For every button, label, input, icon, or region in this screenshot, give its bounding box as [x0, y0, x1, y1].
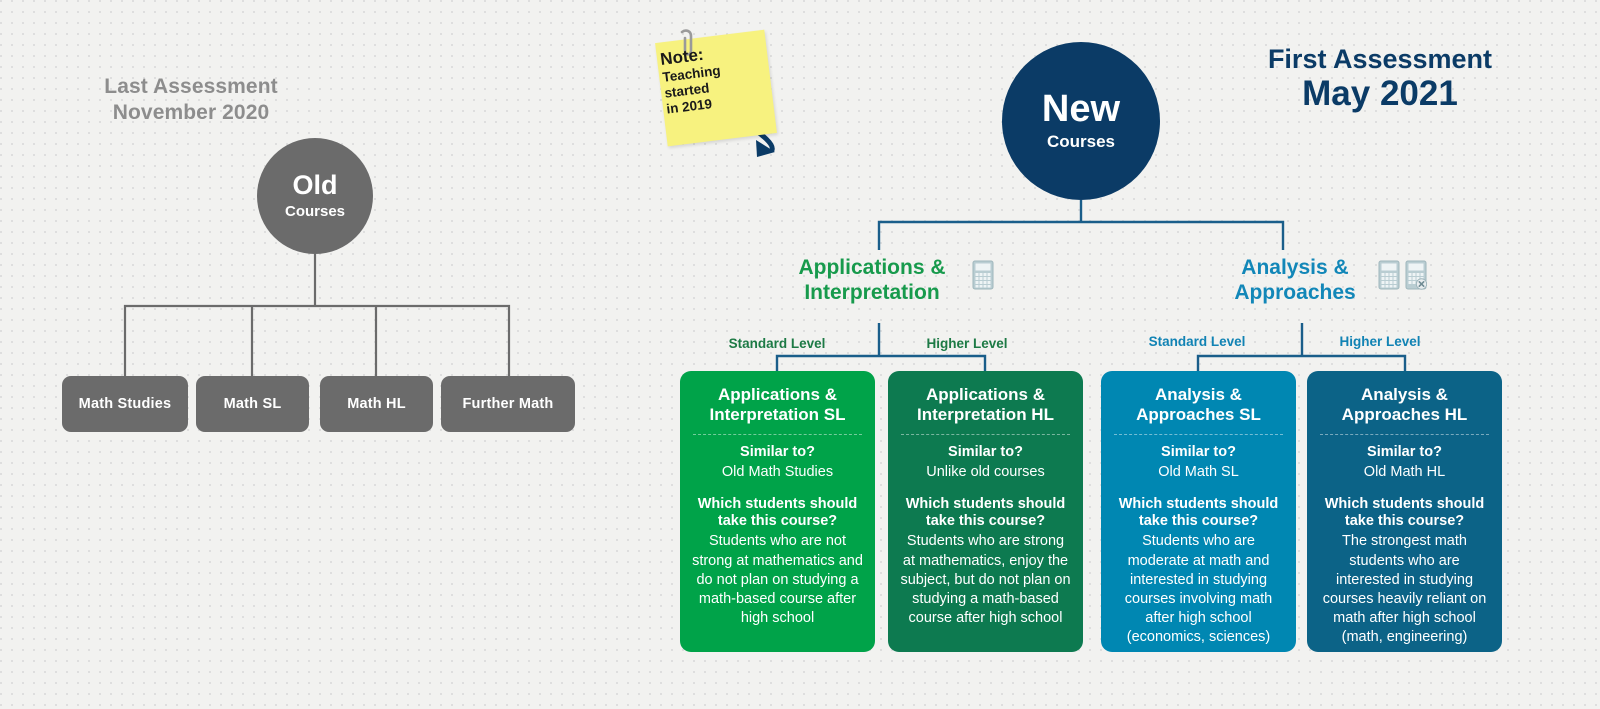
card-which-answer: Students who are moderate at math and in…	[1124, 533, 1273, 646]
calculator-icon	[1378, 260, 1400, 290]
card-divider	[693, 434, 862, 436]
card-which-answer: The strongest math students who are inte…	[1322, 533, 1487, 646]
card-similar-question: Similar to?	[948, 444, 1023, 461]
old-courses-title: Old	[292, 170, 338, 200]
card-title-line2: Interpretation SL	[709, 405, 846, 425]
new-courses-title: New	[1041, 88, 1121, 130]
new-heading-line1: First Assessment	[1267, 44, 1493, 74]
card-title-line1: Applications &	[717, 385, 837, 404]
course-card-ai-hl[interactable]: Applications & Interpretation HL Similar…	[888, 371, 1083, 652]
card-which-question-line2: take this course?	[1138, 513, 1259, 529]
diagram-canvas: Last Assessment November 2020 Old Course…	[0, 0, 1600, 709]
branch-title-line1: Applications &	[798, 256, 946, 279]
card-which-answer: Students who are strong at mathematics, …	[900, 533, 1071, 626]
calculator-icons-analysis	[1378, 260, 1427, 290]
card-which-question-line1: Which students should	[697, 495, 858, 512]
card-title: Applications & Interpretation HL	[899, 385, 1072, 434]
old-courses-subtitle: Courses	[284, 203, 346, 220]
card-similar-answer: Unlike old courses	[926, 464, 1045, 481]
old-course-box-further-math[interactable]: Further Math	[441, 376, 575, 432]
card-title-line1: Analysis &	[1155, 385, 1242, 404]
level-label-ai-standard: Standard Level	[728, 336, 826, 351]
level-label-aa-higher: Higher Level	[1339, 334, 1421, 349]
old-assessment-heading: Last Assessment November 2020	[56, 74, 326, 127]
card-title: Analysis & Approaches HL	[1318, 385, 1491, 434]
old-heading-line2: November 2020	[112, 101, 270, 125]
card-title: Applications & Interpretation SL	[691, 385, 864, 434]
new-courses-subtitle: Courses	[1046, 132, 1116, 151]
old-course-box-math-studies[interactable]: Math Studies	[62, 376, 188, 432]
card-which-question-line1: Which students should	[1324, 495, 1485, 512]
old-course-box-math-hl[interactable]: Math HL	[320, 376, 433, 432]
old-course-box-math-sl[interactable]: Math SL	[196, 376, 309, 432]
card-divider	[1320, 434, 1489, 436]
sticky-note-text: Note: Teaching started in 2019	[659, 38, 763, 117]
new-heading-line2: May 2021	[1302, 74, 1458, 114]
old-course-label: Math Studies	[78, 396, 172, 412]
calculator-icon	[972, 260, 994, 290]
card-which-question-line2: take this course?	[717, 513, 838, 529]
level-label-ai-higher: Higher Level	[926, 336, 1008, 351]
branch-title-applications-interpretation: Applications & Interpretation	[742, 256, 1002, 306]
card-which-question-line2: take this course?	[925, 513, 1046, 529]
course-card-aa-sl[interactable]: Analysis & Approaches SL Similar to? Old…	[1101, 371, 1296, 652]
new-assessment-heading: First Assessment May 2021	[1180, 44, 1580, 114]
card-similar-answer: Old Math Studies	[721, 464, 834, 481]
old-heading-line1: Last Assessment	[104, 75, 278, 98]
card-which-answer: Students who are not strong at mathemati…	[692, 533, 863, 626]
card-which-question-line1: Which students should	[905, 495, 1066, 512]
card-divider	[901, 434, 1070, 436]
old-course-label: Math SL	[223, 396, 282, 412]
card-similar-question: Similar to?	[1161, 444, 1236, 461]
old-courses-node[interactable]: Old Courses	[257, 138, 373, 254]
card-title-line2: Approaches HL	[1341, 405, 1468, 425]
old-course-label: Math HL	[347, 396, 406, 412]
card-title-line1: Applications &	[925, 385, 1045, 404]
card-title-line2: Interpretation HL	[917, 405, 1054, 425]
card-divider	[1114, 434, 1283, 436]
card-title-line1: Analysis &	[1361, 385, 1448, 404]
card-similar-answer: Old Math SL	[1158, 464, 1239, 481]
new-courses-node[interactable]: New Courses	[1002, 42, 1160, 200]
card-which-question-line1: Which students should	[1118, 495, 1279, 512]
card-which-question-line2: take this course?	[1344, 513, 1465, 529]
card-similar-question: Similar to?	[1367, 444, 1442, 461]
card-similar-question: Similar to?	[740, 444, 815, 461]
card-similar-answer: Old Math HL	[1363, 464, 1446, 481]
course-card-ai-sl[interactable]: Applications & Interpretation SL Similar…	[680, 371, 875, 652]
sticky-note: Note: Teaching started in 2019	[655, 28, 785, 153]
level-label-aa-standard: Standard Level	[1148, 334, 1246, 349]
branch-title-line2: Interpretation	[804, 280, 940, 304]
course-card-aa-hl[interactable]: Analysis & Approaches HL Similar to? Old…	[1307, 371, 1502, 652]
old-course-label: Further Math	[462, 396, 554, 412]
card-title: Analysis & Approaches SL	[1112, 385, 1285, 434]
card-title-line2: Approaches SL	[1136, 405, 1261, 425]
calculator-disallowed-icon	[1405, 260, 1427, 290]
calculator-icons-applications	[972, 260, 994, 290]
